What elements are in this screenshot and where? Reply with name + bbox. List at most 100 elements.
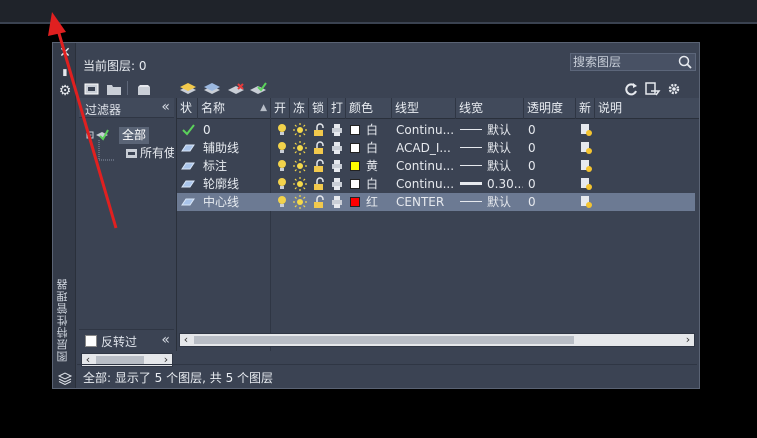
collapse-filter-pane-button[interactable]: « <box>161 332 170 348</box>
auto-hide-icon[interactable]: ▮ <box>57 65 73 81</box>
col-color[interactable]: 颜色 <box>346 98 392 119</box>
col-status[interactable]: 状 <box>177 98 198 119</box>
scroll-left-icon[interactable]: ‹ <box>180 333 192 346</box>
lock-open-icon[interactable] <box>312 194 326 210</box>
layer-linetype[interactable]: Continu... <box>396 157 454 175</box>
layer-transparency[interactable]: 0 <box>528 193 574 211</box>
layer-states-manager-icon[interactable] <box>135 81 153 97</box>
table-row[interactable]: 中心线 红 CENTER 默认 0 <box>177 193 695 211</box>
col-new-vp-freeze[interactable]: 新 <box>576 98 595 119</box>
close-icon[interactable]: ✕ <box>57 45 73 61</box>
new-vp-freeze-icon[interactable] <box>579 140 593 156</box>
layer-name[interactable]: 0 <box>203 121 269 139</box>
layer-color-name[interactable]: 红 <box>366 193 390 211</box>
delete-layer-icon[interactable] <box>227 81 245 97</box>
layer-name[interactable]: 轮廓线 <box>203 175 269 193</box>
bulb-on-icon[interactable] <box>275 122 289 138</box>
search-box[interactable] <box>570 53 696 71</box>
color-swatch[interactable] <box>350 197 360 207</box>
filter-tree: 全部 所有使用的图层 <box>79 120 174 310</box>
bulb-on-icon[interactable] <box>275 194 289 210</box>
lock-open-icon[interactable] <box>312 176 326 192</box>
layer-linetype[interactable]: Continu... <box>396 175 454 193</box>
filter-all[interactable]: 全部 <box>119 127 150 144</box>
layer-linetype[interactable]: Continu... <box>396 121 454 139</box>
layer-lineweight[interactable]: 默认 <box>487 157 523 175</box>
layer-lineweight[interactable]: 默认 <box>487 121 523 139</box>
lock-open-icon[interactable] <box>312 122 326 138</box>
layer-stack-icon[interactable] <box>57 371 73 386</box>
gear-icon[interactable] <box>665 81 683 97</box>
layer-linetype[interactable]: ACAD_I... <box>396 139 454 157</box>
scroll-thumb[interactable] <box>96 356 144 364</box>
printer-icon[interactable] <box>330 122 344 138</box>
sun-thawed-icon[interactable] <box>293 122 307 138</box>
sun-thawed-icon[interactable] <box>293 140 307 156</box>
layer-transparency[interactable]: 0 <box>528 139 574 157</box>
new-property-filter-icon[interactable] <box>83 81 101 97</box>
new-vp-freeze-icon[interactable] <box>579 158 593 174</box>
col-transparency[interactable]: 透明度 <box>524 98 576 119</box>
lock-open-icon[interactable] <box>312 158 326 174</box>
printer-icon[interactable] <box>330 176 344 192</box>
layer-lineweight[interactable]: 默认 <box>487 193 523 211</box>
layer-transparency[interactable]: 0 <box>528 175 574 193</box>
layer-name[interactable]: 辅助线 <box>203 139 269 157</box>
new-vp-freeze-icon[interactable] <box>579 176 593 192</box>
col-freeze[interactable]: 冻 <box>290 98 309 119</box>
table-row[interactable]: 0 白 Continu... 默认 0 <box>177 121 695 139</box>
color-swatch[interactable] <box>350 125 360 135</box>
layer-color-name[interactable]: 白 <box>366 139 390 157</box>
layer-linetype[interactable]: CENTER <box>396 193 454 211</box>
layer-settings-icon[interactable] <box>643 81 661 97</box>
color-swatch[interactable] <box>350 179 360 189</box>
table-hscrollbar[interactable]: ‹ › <box>179 333 695 347</box>
layer-transparency[interactable]: 0 <box>528 121 574 139</box>
new-layer-icon[interactable] <box>179 81 197 97</box>
color-swatch[interactable] <box>350 161 360 171</box>
scroll-right-icon[interactable]: › <box>682 333 694 346</box>
filter-used-layers[interactable]: 所有使用的图层 <box>140 145 174 162</box>
col-description[interactable]: 说明 <box>595 98 699 119</box>
layer-lineweight[interactable]: 0.30... <box>487 175 523 193</box>
new-group-filter-icon[interactable] <box>105 81 123 97</box>
layer-color-name[interactable]: 白 <box>366 175 390 193</box>
bulb-on-icon[interactable] <box>275 158 289 174</box>
layer-lineweight[interactable]: 默认 <box>487 139 523 157</box>
col-linetype[interactable]: 线型 <box>392 98 456 119</box>
table-row[interactable]: 标注 黄 Continu... 默认 0 <box>177 157 695 175</box>
sun-thawed-icon[interactable] <box>293 194 307 210</box>
invert-filter-checkbox[interactable] <box>85 335 97 347</box>
printer-icon[interactable] <box>330 140 344 156</box>
col-lock[interactable]: 锁 <box>309 98 328 119</box>
col-name[interactable]: 名称 ▲ <box>198 98 271 119</box>
new-vp-freeze-icon[interactable] <box>579 194 593 210</box>
scroll-thumb[interactable] <box>194 336 574 344</box>
printer-icon[interactable] <box>330 158 344 174</box>
col-lineweight[interactable]: 线宽 <box>456 98 524 119</box>
lock-open-icon[interactable] <box>312 140 326 156</box>
table-row[interactable]: 辅助线 白 ACAD_I... 默认 0 <box>177 139 695 157</box>
col-plot[interactable]: 打 <box>328 98 346 119</box>
bulb-on-icon[interactable] <box>275 176 289 192</box>
col-on[interactable]: 开 <box>271 98 290 119</box>
sun-thawed-icon[interactable] <box>293 158 307 174</box>
bulb-on-icon[interactable] <box>275 140 289 156</box>
search-input[interactable] <box>571 54 675 70</box>
layer-color-name[interactable]: 白 <box>366 121 390 139</box>
refresh-icon[interactable] <box>622 81 640 97</box>
layer-transparency[interactable]: 0 <box>528 157 574 175</box>
search-icon[interactable] <box>677 54 693 70</box>
sun-thawed-icon[interactable] <box>293 176 307 192</box>
layer-name[interactable]: 中心线 <box>203 193 269 211</box>
layer-name[interactable]: 标注 <box>203 157 269 175</box>
gear-icon[interactable]: ⚙ <box>57 83 73 99</box>
color-swatch[interactable] <box>350 143 360 153</box>
set-current-icon[interactable] <box>249 81 267 97</box>
layer-color-name[interactable]: 黄 <box>366 157 390 175</box>
new-vp-freeze-icon[interactable] <box>579 122 593 138</box>
printer-icon[interactable] <box>330 194 344 210</box>
new-layer-vp-frozen-icon[interactable] <box>203 81 221 97</box>
collapse-filter-button[interactable]: « <box>161 99 170 115</box>
table-row[interactable]: 轮廓线 白 Continu... 0.30... 0 <box>177 175 695 193</box>
